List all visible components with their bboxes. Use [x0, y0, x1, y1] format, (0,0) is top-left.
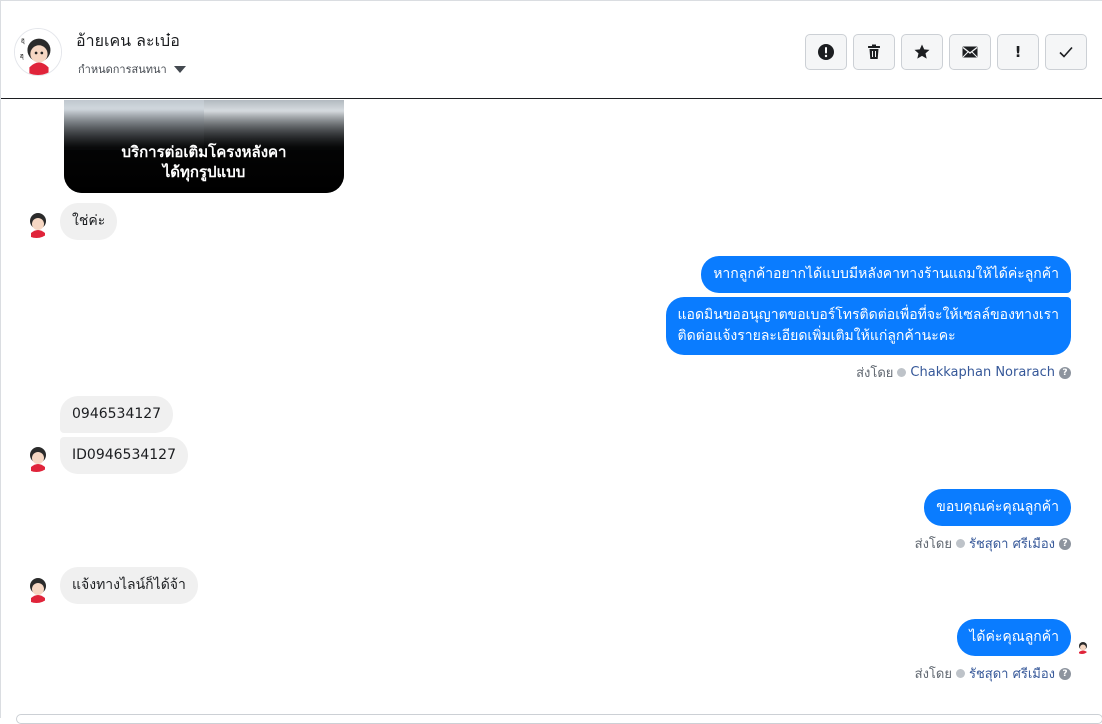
- card-caption-line1: บริการต่อเติมโครงหลังคา: [121, 143, 287, 161]
- sent-by-info: ส่งโดย รัชสุดา ศรีเมือง ?: [915, 533, 1071, 554]
- trash-icon: [868, 44, 880, 59]
- alert-circle-icon: [818, 44, 834, 60]
- cartoon-girl-avatar-icon: [21, 441, 52, 472]
- agent-name-link[interactable]: Chakkaphan Norarach: [910, 365, 1055, 380]
- contact-avatar-small[interactable]: [21, 441, 52, 472]
- incoming-message[interactable]: 0946534127: [60, 396, 174, 433]
- envelope-icon: [962, 46, 978, 58]
- star-icon: [914, 44, 930, 59]
- reply-composer[interactable]: [16, 714, 1102, 724]
- follow-up-button[interactable]: !: [997, 34, 1039, 70]
- incoming-message[interactable]: ID0946534127: [60, 437, 188, 474]
- outgoing-message[interactable]: ได้ค่ะคุณลูกค้า: [957, 619, 1071, 656]
- caret-down-icon: [173, 65, 186, 73]
- message-line: แอดมินขออนุญาตขอเบอร์โทรติดต่อเพื่อที่จะ…: [677, 307, 1059, 323]
- sent-by-info: ส่งโดย Chakkaphan Norarach ?: [856, 362, 1071, 383]
- exclamation-icon: !: [1014, 43, 1022, 61]
- seen-avatar-icon: [1075, 640, 1089, 654]
- mark-unread-button[interactable]: [949, 34, 991, 70]
- sent-by-label: ส่งโดย: [914, 667, 952, 682]
- outgoing-message[interactable]: ขอบคุณค่ะคุณลูกค้า: [924, 489, 1071, 526]
- mark-done-button[interactable]: [1045, 34, 1087, 70]
- message-thread[interactable]: บริการต่อเติมโครงหลังคา ได้ทุกรูปแบบ ใช่…: [1, 100, 1102, 714]
- assign-conversation-dropdown[interactable]: กำหนดการสนทนา: [78, 60, 186, 78]
- shared-image-card[interactable]: บริการต่อเติมโครงหลังคา ได้ทุกรูปแบบ: [64, 100, 344, 193]
- cartoon-girl-avatar-icon: ฮุ ฮุ: [15, 29, 61, 75]
- delete-button[interactable]: [853, 34, 895, 70]
- spam-button[interactable]: [805, 34, 847, 70]
- contact-avatar[interactable]: ฮุ ฮุ: [14, 28, 62, 76]
- svg-text:ฮุ: ฮุ: [21, 36, 25, 44]
- outgoing-message[interactable]: หากลูกค้าอยากได้แบบมีหลังคาทางร้านแถมให้…: [701, 256, 1071, 293]
- sent-by-label: ส่งโดย: [914, 537, 952, 552]
- agent-status-icon: [955, 669, 965, 678]
- contact-name[interactable]: อ้ายเคน ละเบ๋อ: [76, 29, 180, 54]
- help-icon[interactable]: ?: [1059, 667, 1071, 680]
- card-caption-line2: ได้ทุกรูปแบบ: [162, 163, 246, 181]
- conversation-header: ฮุ ฮุ อ้ายเคน ละเบ๋อ กำหนดการสนทนา !: [1, 1, 1102, 99]
- outgoing-message[interactable]: แอดมินขออนุญาตขอเบอร์โทรติดต่อเพื่อที่จะ…: [665, 297, 1071, 355]
- agent-status-icon: [897, 368, 907, 377]
- card-caption: บริการต่อเติมโครงหลังคา ได้ทุกรูปแบบ: [64, 142, 344, 182]
- contact-avatar-small[interactable]: [21, 207, 52, 238]
- agent-status-icon: [955, 539, 965, 548]
- conversation-pane: ฮุ ฮุ อ้ายเคน ละเบ๋อ กำหนดการสนทนา ! บริ…: [0, 0, 1102, 724]
- help-icon[interactable]: ?: [1059, 366, 1071, 379]
- assign-label: กำหนดการสนทนา: [78, 63, 167, 76]
- sent-by-info: ส่งโดย รัชสุดา ศรีเมือง ?: [915, 663, 1071, 684]
- contact-avatar-small[interactable]: [21, 572, 52, 603]
- cartoon-girl-avatar-icon: [21, 572, 52, 603]
- message-line: ติดต่อแจ้งรายละเอียดเพิ่มเติมให้แก่ลูกค้…: [677, 328, 956, 344]
- incoming-message[interactable]: ใช่ค่ะ: [60, 203, 118, 240]
- incoming-message[interactable]: แจ้งทางไลน์ก็ได้จ้า: [60, 567, 198, 604]
- sent-by-label: ส่งโดย: [856, 366, 894, 381]
- conversation-toolbar: !: [805, 34, 1087, 70]
- check-icon: [1059, 46, 1073, 58]
- cartoon-girl-avatar-icon: [21, 207, 52, 238]
- help-icon[interactable]: ?: [1059, 537, 1071, 550]
- agent-name-link[interactable]: รัชสุดา ศรีเมือง: [969, 663, 1055, 684]
- svg-text:ฮุ: ฮุ: [20, 52, 24, 60]
- star-button[interactable]: [901, 34, 943, 70]
- agent-name-link[interactable]: รัชสุดา ศรีเมือง: [969, 533, 1055, 554]
